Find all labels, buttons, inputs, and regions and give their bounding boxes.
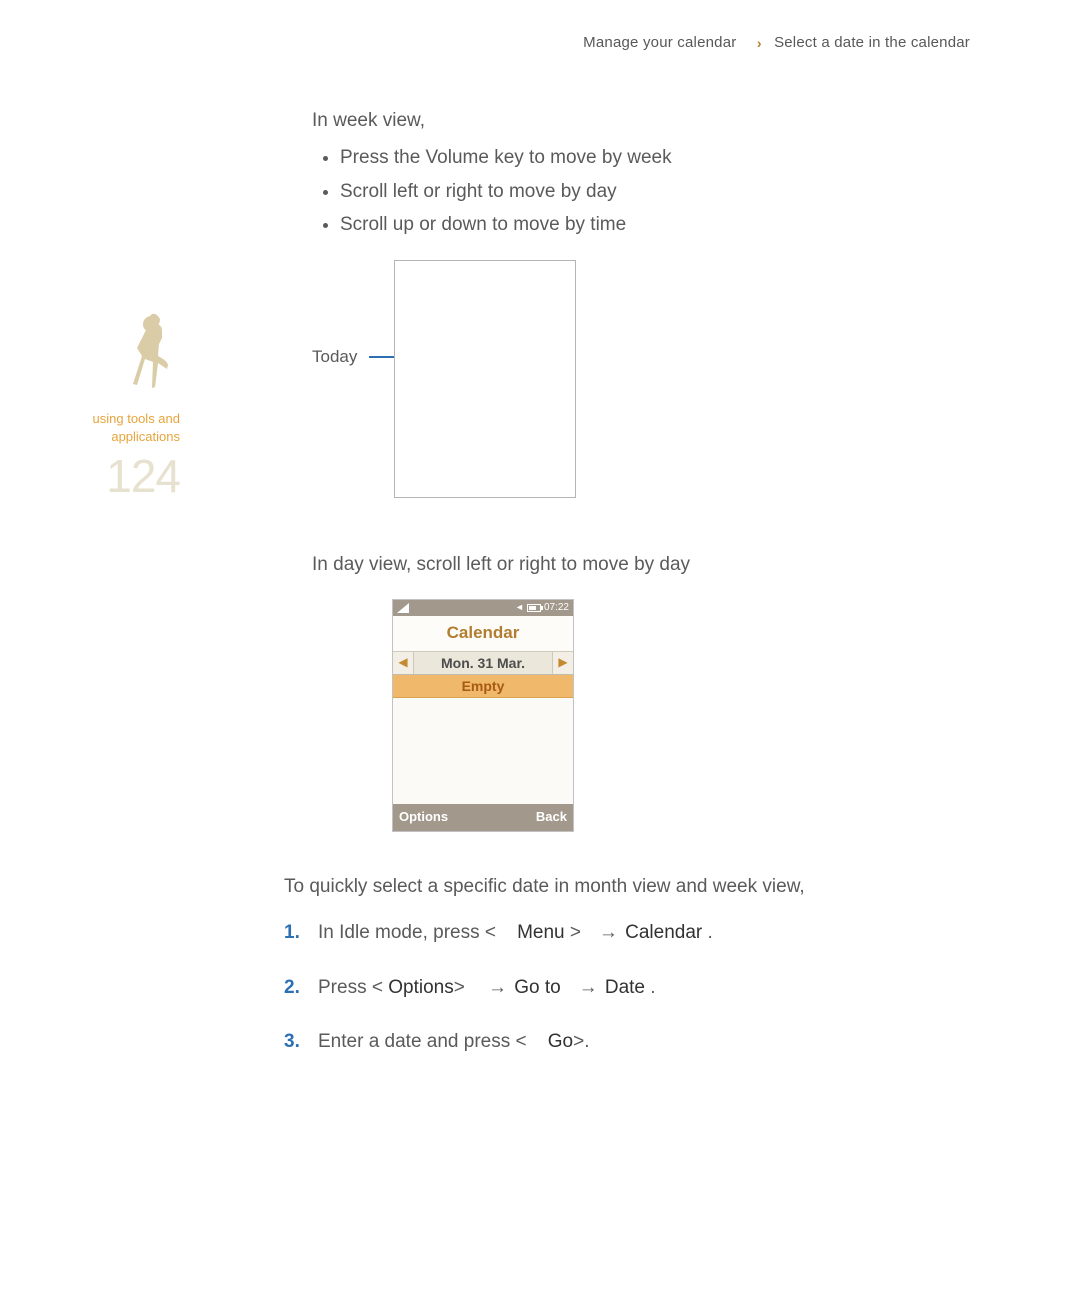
week-view-placeholder <box>394 260 576 498</box>
arrow-icon: → <box>488 977 507 998</box>
bullet-item: Scroll up or down to move by time <box>340 210 872 239</box>
statusbar-time: 07:22 <box>544 600 569 616</box>
bullet-item: Press the Volume key to move by week <box>340 143 872 172</box>
phone-softkeys: Options Back <box>393 804 573 831</box>
page-number: 124 <box>0 453 180 499</box>
arrow-icon: → <box>579 977 598 998</box>
step-text: > <box>570 922 581 943</box>
week-view-heading: In week view, <box>312 106 872 135</box>
phone-date-row: ◀ Mon. 31 Mar. ▶ <box>393 652 573 675</box>
step-text: Enter a date and press < <box>318 1031 527 1052</box>
keyword-date: Date <box>605 977 645 998</box>
softkey-options[interactable]: Options <box>399 807 448 827</box>
phone-title: Calendar <box>393 616 573 651</box>
breadcrumb-subsection: Select a date in the calendar <box>774 34 970 51</box>
sidebar-caption: using tools and applications <box>0 410 180 445</box>
step-text: Press < <box>318 977 383 998</box>
sitting-person-icon <box>120 310 180 400</box>
phone-body <box>393 698 573 804</box>
breadcrumb: Manage your calendar › Select a date in … <box>583 34 970 51</box>
step-text: . <box>708 922 713 943</box>
keyword-options: Options <box>388 977 453 998</box>
phone-statusbar: ◄ 07:22 <box>393 600 573 616</box>
arrow-icon: → <box>599 922 618 943</box>
keyword-calendar: Calendar <box>625 922 702 943</box>
keyword-menu: Menu <box>517 922 565 943</box>
keyword-goto: Go to <box>514 977 560 998</box>
day-view-text: In day view, scroll left or right to mov… <box>312 550 872 579</box>
phone-screen: ◄ 07:22 Calendar ◀ Mon. 31 Mar. ▶ Empty … <box>392 599 574 831</box>
prev-day-arrow-icon[interactable]: ◀ <box>393 652 414 674</box>
alarm-icon: ◄ <box>515 601 524 615</box>
sidebar: using tools and applications 124 <box>0 310 180 499</box>
keyword-go: Go <box>548 1031 573 1052</box>
step-item: In Idle mode, press < Menu > → Calendar … <box>284 919 872 948</box>
step-text: > <box>454 977 465 998</box>
week-view-bullets: Press the Volume key to move by week Scr… <box>312 143 872 239</box>
main-content: In week view, Press the Volume key to mo… <box>312 106 872 1083</box>
sidebar-caption-line2: applications <box>111 429 180 444</box>
breadcrumb-separator-icon: › <box>757 35 762 51</box>
today-label: Today <box>312 344 357 370</box>
quick-select-steps: In Idle mode, press < Menu > → Calendar … <box>284 919 872 1057</box>
step-text: >. <box>573 1031 589 1052</box>
next-day-arrow-icon[interactable]: ▶ <box>552 652 573 674</box>
sidebar-caption-line1: using tools and <box>93 411 180 426</box>
step-text: . <box>650 977 655 998</box>
week-view-diagram: Today <box>312 260 872 520</box>
step-text: In Idle mode, press < <box>318 922 496 943</box>
softkey-back[interactable]: Back <box>536 807 567 827</box>
quick-select-lead: To quickly select a specific date in mon… <box>284 872 872 901</box>
signal-icon <box>397 603 409 613</box>
breadcrumb-section: Manage your calendar <box>583 34 736 51</box>
phone-empty-row: Empty <box>393 675 573 698</box>
bullet-item: Scroll left or right to move by day <box>340 177 872 206</box>
phone-mockup: ◄ 07:22 Calendar ◀ Mon. 31 Mar. ▶ Empty … <box>392 599 572 831</box>
step-item: Press < Options> → Go to → Date . <box>284 974 872 1003</box>
battery-icon <box>527 604 541 612</box>
phone-date: Mon. 31 Mar. <box>414 652 552 674</box>
step-item: Enter a date and press < Go>. <box>284 1028 872 1057</box>
